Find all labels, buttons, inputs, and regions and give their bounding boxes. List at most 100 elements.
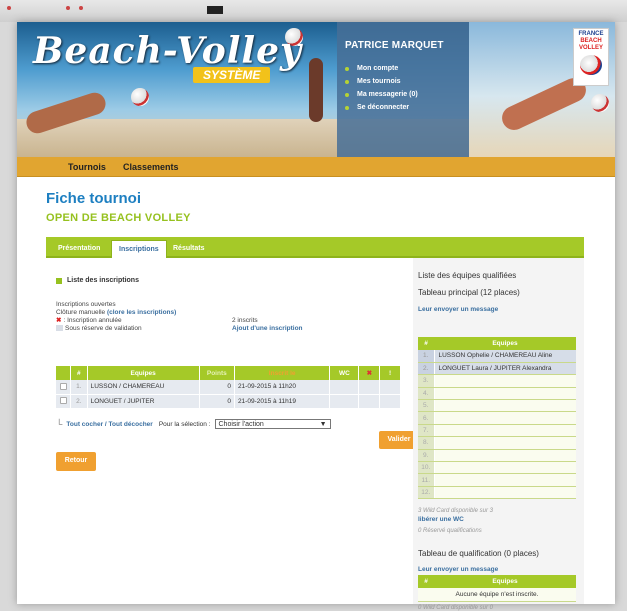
col-teams[interactable]: Equipes <box>87 366 200 380</box>
panel-title: Liste des équipes qualifiées <box>418 271 517 280</box>
tab-presentation[interactable]: Présentation <box>51 240 107 258</box>
nav-tournois[interactable]: Tournois <box>68 162 106 172</box>
nav-classements[interactable]: Classements <box>123 162 179 172</box>
header-banner: Beach-Volley SYSTÈME PATRICE MARQUET Mon… <box>17 22 615 157</box>
qual-table: # Equipes Aucune équipe n'est inscrite. <box>418 575 576 602</box>
table-row: Aucune équipe n'est inscrite. <box>418 588 576 602</box>
bullet-icon <box>345 79 349 84</box>
corner-arrow-icon: └ <box>56 419 63 429</box>
table-row: 5. <box>418 399 576 413</box>
legend-cancelled: ✖: Inscription annulée <box>56 317 176 325</box>
row-number: 8. <box>418 436 435 450</box>
table-row: 1. LUSSON Ophelie / CHAMEREAU Aline <box>418 350 576 363</box>
row-number: 2. <box>70 394 88 409</box>
table-row: 2. LONGUET / JUPITER 0 21-09-2015 à 11h1… <box>56 394 401 409</box>
bullet-icon <box>345 105 349 110</box>
col-checkbox <box>56 366 71 380</box>
site-logo[interactable]: Beach-Volley <box>33 30 302 72</box>
row-checkbox-cell <box>56 380 71 395</box>
row-number: 1. <box>418 350 435 363</box>
row-number: 9. <box>418 449 435 463</box>
menu-my-tournaments[interactable]: Mes tournois <box>345 78 469 85</box>
chevron-down-icon: ▼ <box>319 420 327 428</box>
row-team <box>434 473 576 487</box>
legend-text: : Inscription annulée <box>63 317 122 324</box>
arrow-icon <box>56 277 62 284</box>
banner-player <box>309 58 323 122</box>
table-row: 1. LUSSON / CHAMEREAU 0 21-09-2015 à 11h… <box>56 380 401 395</box>
status-text: Inscriptions ouvertes <box>56 301 116 308</box>
table-row: 3. <box>418 374 576 388</box>
main-column: Liste des inscriptions Inscriptions ouve… <box>46 258 419 604</box>
row-number: 2. <box>418 362 435 376</box>
wc-available-note: 3 Wild Card disponible sur 3 <box>418 508 493 514</box>
row-date: 21-09-2015 à 11h19 <box>234 394 331 409</box>
table-row: 12. <box>418 486 576 500</box>
ffvb-ball-icon <box>580 55 602 75</box>
table-row: 9. <box>418 449 576 463</box>
reserve-note: 0 Réservé qualifications <box>418 528 482 534</box>
inscriptions-summary: 2 inscrits Ajout d'une inscription <box>232 317 303 333</box>
volleyball-icon <box>591 94 609 112</box>
reserve-swatch <box>56 325 63 332</box>
row-number: 10. <box>418 461 435 475</box>
action-select-value: Choisir l'action <box>218 420 264 428</box>
volleyball-icon <box>131 88 149 106</box>
menu-messages[interactable]: Ma messagerie (0) <box>345 91 469 98</box>
ffvb-text: BEACH <box>580 38 602 44</box>
user-panel: PATRICE MARQUET Mon compte Mes tournois … <box>337 22 469 157</box>
row-team <box>434 486 576 500</box>
table-row: 10. <box>418 461 576 475</box>
cancel-icon: ✖ <box>56 317 62 324</box>
row-team <box>434 449 576 463</box>
table-row: 4. <box>418 387 576 401</box>
main-table: # Equipes 1. LUSSON Ophelie / CHAMEREAU A… <box>418 337 576 500</box>
table-row: 7. <box>418 424 576 438</box>
inscriptions-count: 2 inscrits <box>232 317 258 324</box>
qual-send-message-link[interactable]: Leur envoyer un message <box>418 566 498 573</box>
empty-message: Aucune équipe n'est inscrite. <box>418 588 576 602</box>
add-inscription-link[interactable]: Ajout d'une inscription <box>232 325 303 333</box>
closure-line: Clôture manuelle (clore les inscriptions… <box>56 309 176 317</box>
close-inscriptions-link[interactable]: (clore les inscriptions) <box>107 309 176 316</box>
row-team <box>434 411 576 425</box>
bullet-icon <box>345 66 349 71</box>
action-select[interactable]: Choisir l'action ▼ <box>214 419 331 429</box>
menu-logout[interactable]: Se déconnecter <box>345 104 469 111</box>
col-teams: Equipes <box>434 575 576 588</box>
strip-dot <box>66 6 70 10</box>
menu-label: Ma messagerie (0) <box>357 91 418 98</box>
col-cancel: ✖ <box>358 366 381 380</box>
send-message-link[interactable]: Leur envoyer un message <box>418 306 498 313</box>
row-number: 11. <box>418 473 435 487</box>
row-checkbox[interactable] <box>59 397 67 405</box>
menu-my-account[interactable]: Mon compte <box>345 65 469 72</box>
menu-label: Mon compte <box>357 65 399 72</box>
row-team: LUSSON Ophelie / CHAMEREAU Aline <box>434 350 576 363</box>
tab-resultats[interactable]: Résultats <box>166 240 212 258</box>
inscriptions-table: # Equipes Points Inscrit le WC ✖ ! 1. LU… <box>56 366 401 409</box>
table-row: 6. <box>418 411 576 425</box>
col-date[interactable]: Inscrit le <box>234 366 331 380</box>
user-name: PATRICE MARQUET <box>345 40 444 51</box>
check-all-link[interactable]: Tout cocher / Tout décocher <box>66 421 152 428</box>
row-team: LONGUET Laura / JUPITER Alexandra <box>434 362 576 376</box>
col-wc: WC <box>329 366 360 380</box>
free-wc-link[interactable]: libérer une WC <box>418 516 464 523</box>
col-number: # <box>70 366 88 380</box>
col-number: # <box>418 575 434 588</box>
row-date: 21-09-2015 à 11h20 <box>234 380 331 395</box>
back-button[interactable]: Retour <box>56 452 96 471</box>
qual-table-title: Tableau de qualification (0 places) <box>418 549 539 558</box>
menu-label: Se déconnecter <box>357 104 410 111</box>
col-alert: ! <box>379 366 401 380</box>
site-logo-sub: SYSTÈME <box>193 67 271 83</box>
closure-text: Clôture manuelle <box>56 309 106 316</box>
table-row: 11. <box>418 473 576 487</box>
row-checkbox[interactable] <box>59 383 67 391</box>
tab-inscriptions[interactable]: Inscriptions <box>111 240 167 258</box>
col-number: # <box>418 337 434 350</box>
col-points[interactable]: Points <box>199 366 235 380</box>
strip-dot <box>7 6 11 10</box>
row-number: 7. <box>418 424 435 438</box>
